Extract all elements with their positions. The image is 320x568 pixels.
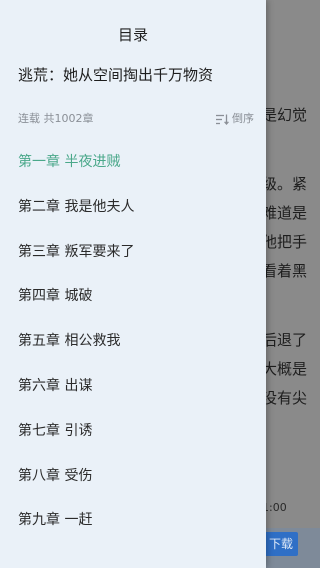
sort-desc-icon — [216, 114, 229, 125]
sort-order-button[interactable]: 倒序 — [216, 110, 254, 128]
chapter-item[interactable]: 第四章 城破 — [0, 274, 266, 319]
chapter-item[interactable]: 第七章 引诱 — [0, 409, 266, 454]
reader-text-line: 后退了 — [262, 331, 308, 349]
drawer-title: 目录 — [117, 26, 148, 44]
chapter-item[interactable]: 第六章 出谋 — [0, 364, 266, 409]
toc-meta-row: 连载 共1002章 倒序 — [18, 110, 254, 128]
download-button[interactable]: 下载 — [264, 532, 298, 556]
chapter-item[interactable]: 第五章 相公救我 — [0, 319, 266, 364]
reader-text-line: 大概是 — [262, 360, 308, 378]
sort-order-label: 倒序 — [232, 112, 254, 125]
reader-text-line: 他把手 — [262, 233, 308, 251]
chapter-item[interactable]: 第三章 叛军要来了 — [0, 230, 266, 275]
chapter-item[interactable]: 第二章 我是他夫人 — [0, 185, 266, 230]
chapter-item[interactable]: 第八章 受伤 — [0, 454, 266, 499]
reader-text-line: 难道是 — [262, 204, 308, 222]
chapter-item[interactable]: 第一章 半夜进贼 — [0, 140, 266, 185]
reader-text-line: 没有尖 — [262, 389, 308, 407]
chapter-item[interactable]: 第九章 一赶 — [0, 498, 266, 543]
toc-drawer: 目录 逃荒：她从空间掏出千万物资 连载 共1002章 倒序 第一章 半夜进贼 第二… — [0, 0, 266, 568]
reader-text-line: 看着黑 — [262, 262, 308, 280]
reader-text-line: 级。紧 — [262, 175, 308, 193]
chapter-list: 第一章 半夜进贼 第二章 我是他夫人 第三章 叛军要来了 第四章 城破 第五章 相公救我… — [0, 140, 266, 543]
book-title: 逃荒：她从空间掏出千万物资 — [18, 66, 214, 84]
serial-status: 连载 共1002章 — [18, 112, 94, 125]
reader-text-line: 是幻觉 — [262, 106, 308, 124]
